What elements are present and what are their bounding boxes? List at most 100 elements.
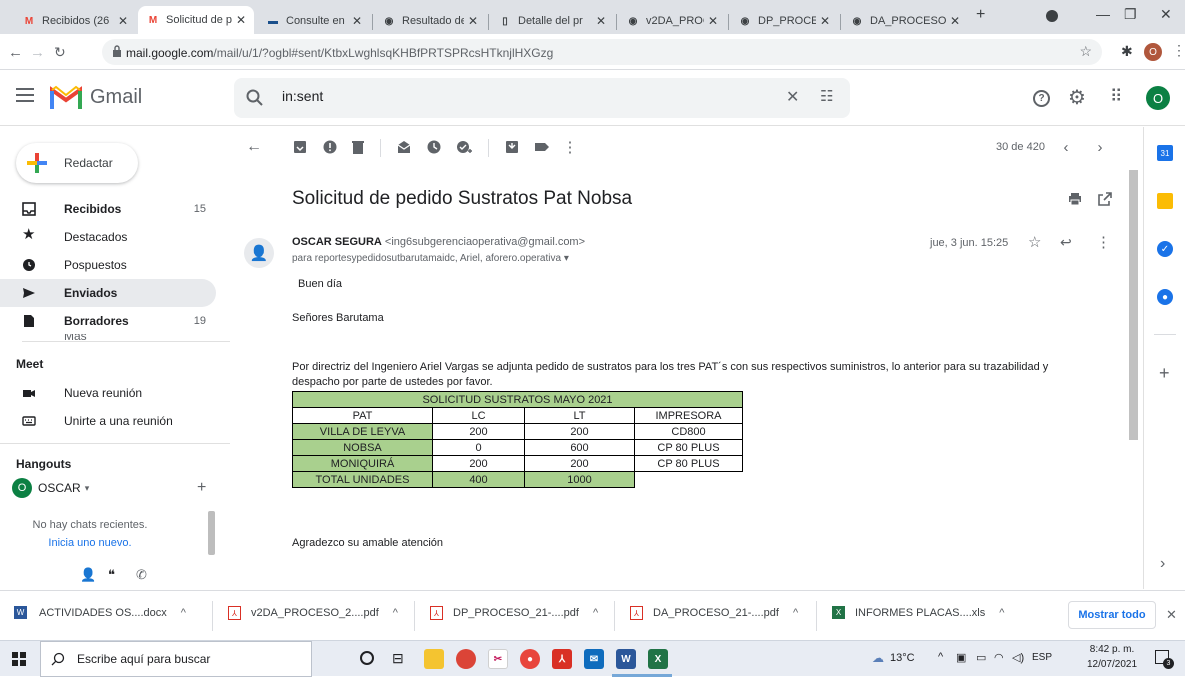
report-spam-icon[interactable] [322, 139, 338, 155]
chrome-icon[interactable] [456, 649, 476, 669]
calendar-icon[interactable]: 31 [1157, 145, 1173, 161]
download-item-5[interactable]: X INFORMES PLACAS....xls ^ [832, 606, 1004, 619]
move-to-icon[interactable] [504, 139, 520, 155]
compose-button[interactable]: Redactar [16, 143, 138, 183]
excel-icon[interactable]: X [648, 649, 668, 669]
taskbar-search[interactable]: Escribe aquí para buscar [40, 641, 312, 677]
chevron-up-icon[interactable]: ^ [999, 607, 1004, 619]
hangouts-chat-icon[interactable]: ❝ [108, 567, 115, 583]
minimize-icon[interactable]: — [1096, 6, 1110, 22]
sidebar-item-sent[interactable]: Enviados [0, 279, 216, 307]
browser-menu-icon[interactable]: ⋮ [1172, 42, 1185, 59]
person-icon[interactable]: 👤 [80, 567, 96, 583]
browser-tab-5[interactable]: ▯ Detalle del pr ✕ [490, 8, 614, 34]
word-icon[interactable]: W [616, 649, 636, 669]
search-input[interactable] [282, 88, 782, 104]
battery-icon[interactable]: ▭ [976, 651, 986, 664]
sidebar-item-snoozed[interactable]: Pospuestos [0, 251, 216, 279]
mail-icon[interactable]: ✉ [584, 649, 604, 669]
newer-chevron-icon[interactable]: ‹ [1058, 139, 1074, 156]
main-scrollbar[interactable] [1129, 170, 1138, 440]
sidebar-item-starred[interactable]: ★ Destacados [0, 223, 216, 251]
sidebar-more-link[interactable]: Más [64, 334, 87, 340]
window-close-icon[interactable]: ✕ [1160, 6, 1172, 23]
star-bookmark-icon[interactable]: ☆ [1079, 43, 1092, 60]
sidebar-item-drafts[interactable]: Borradores 19 [0, 307, 216, 335]
weather-text[interactable]: 13°C [890, 652, 915, 664]
start-chat-link[interactable]: Inicia uno nuevo. [0, 537, 180, 549]
extensions-icon[interactable]: ✱ [1121, 43, 1133, 60]
label-icon[interactable] [534, 139, 550, 155]
hangouts-user-selector[interactable]: O OSCAR ▾ + [12, 477, 230, 499]
clock-date[interactable]: 12/07/2021 [1084, 659, 1140, 670]
browser-tab-7[interactable]: ◉ DP_PROCESO ✕ [730, 8, 838, 34]
download-item-2[interactable]: ⅄ v2DA_PROCESO_2....pdf ^ [228, 606, 398, 620]
sender-name[interactable]: OSCAR SEGURA [292, 236, 382, 248]
sidebar-scrollbar[interactable] [208, 511, 215, 555]
close-icon[interactable]: ✕ [708, 14, 718, 28]
close-icon[interactable]: ✕ [468, 14, 478, 28]
expand-panel-chevron-icon[interactable]: › [1160, 555, 1165, 573]
clear-search-icon[interactable]: ✕ [786, 87, 799, 107]
close-icon[interactable]: ✕ [352, 14, 362, 28]
file-explorer-icon[interactable] [424, 649, 444, 669]
language-indicator[interactable]: ESP [1032, 652, 1052, 663]
tasks-icon[interactable]: ✓ [1157, 241, 1173, 257]
snip-tool-icon[interactable]: ✂ [488, 649, 508, 669]
forward-arrow-icon[interactable]: → [30, 44, 45, 61]
keep-icon[interactable] [1157, 193, 1173, 209]
star-message-icon[interactable]: ☆ [1028, 233, 1041, 251]
omnibox[interactable]: mail.google.com/mail/u/1/?ogbl#sent/Ktbx… [102, 39, 1102, 65]
sidebar-item-inbox[interactable]: Recibidos 15 [0, 195, 216, 223]
back-to-list-icon[interactable]: ← [246, 138, 262, 155]
chevron-up-icon[interactable]: ^ [593, 607, 598, 619]
show-all-downloads-button[interactable]: Mostrar todo [1068, 601, 1156, 629]
app-icon[interactable]: ● [520, 649, 540, 669]
close-icon[interactable]: ✕ [820, 14, 830, 28]
add-addon-plus-icon[interactable]: + [1159, 363, 1170, 384]
acrobat-icon[interactable]: ⅄ [552, 649, 572, 669]
browser-tab-2[interactable]: M Solicitud de p ✕ [138, 6, 254, 34]
chevron-up-icon[interactable]: ^ [181, 607, 186, 619]
close-icon[interactable]: ✕ [950, 14, 960, 28]
close-icon[interactable]: ✕ [118, 14, 128, 28]
close-icon[interactable]: ✕ [596, 14, 606, 28]
chevron-up-icon[interactable]: ^ [793, 607, 798, 619]
back-arrow-icon[interactable]: ← [8, 44, 23, 61]
tray-app-icon[interactable]: ▣ [956, 651, 966, 664]
recipients-line[interactable]: para reportesypedidosutbarutamaidc, Arie… [292, 253, 569, 264]
windows-start-icon[interactable] [12, 652, 26, 666]
account-avatar[interactable]: O [1146, 86, 1170, 110]
download-item-1[interactable]: W ACTIVIDADES OS....docx ^ [14, 606, 186, 619]
snooze-icon[interactable] [426, 139, 442, 155]
download-item-3[interactable]: ⅄ DP_PROCESO_21-....pdf ^ [430, 606, 598, 620]
older-chevron-icon[interactable]: › [1092, 139, 1108, 156]
close-icon[interactable]: ✕ [236, 13, 246, 27]
settings-gear-icon[interactable]: ⚙ [1068, 85, 1086, 110]
more-options-icon[interactable]: ⋮ [562, 139, 578, 156]
open-new-window-icon[interactable] [1098, 192, 1112, 206]
browser-tab-4[interactable]: ◉ Resultado de ✕ [374, 8, 486, 34]
new-tab-plus-icon[interactable]: + [976, 6, 985, 24]
meet-join-meeting[interactable]: Unirte a una reunión [0, 407, 216, 435]
browser-tab-6[interactable]: ◉ v2DA_PROCE ✕ [618, 8, 726, 34]
phone-icon[interactable]: ✆ [136, 567, 147, 583]
help-icon[interactable]: ? [1033, 90, 1050, 107]
delete-icon[interactable] [350, 139, 366, 155]
message-more-icon[interactable]: ⋮ [1096, 233, 1111, 251]
mark-unread-icon[interactable] [396, 139, 412, 155]
cortana-icon[interactable] [360, 651, 374, 665]
print-icon[interactable] [1068, 192, 1082, 206]
close-downloads-icon[interactable]: ✕ [1166, 607, 1177, 623]
meet-new-meeting[interactable]: Nueva reunión [0, 379, 216, 407]
download-item-4[interactable]: ⅄ DA_PROCESO_21-....pdf ^ [630, 606, 798, 620]
volume-icon[interactable]: ◁) [1012, 651, 1024, 664]
chevron-up-icon[interactable]: ^ [393, 607, 398, 619]
main-menu-icon[interactable] [16, 88, 34, 102]
profile-avatar[interactable]: O [1144, 43, 1162, 61]
restore-icon[interactable]: ❐ [1124, 6, 1137, 23]
contacts-icon[interactable]: ● [1157, 289, 1173, 305]
browser-tab-3[interactable]: ▬ Consulte en e ✕ [258, 8, 370, 34]
archive-icon[interactable] [292, 139, 308, 155]
tab-search-icon[interactable] [1046, 10, 1058, 22]
